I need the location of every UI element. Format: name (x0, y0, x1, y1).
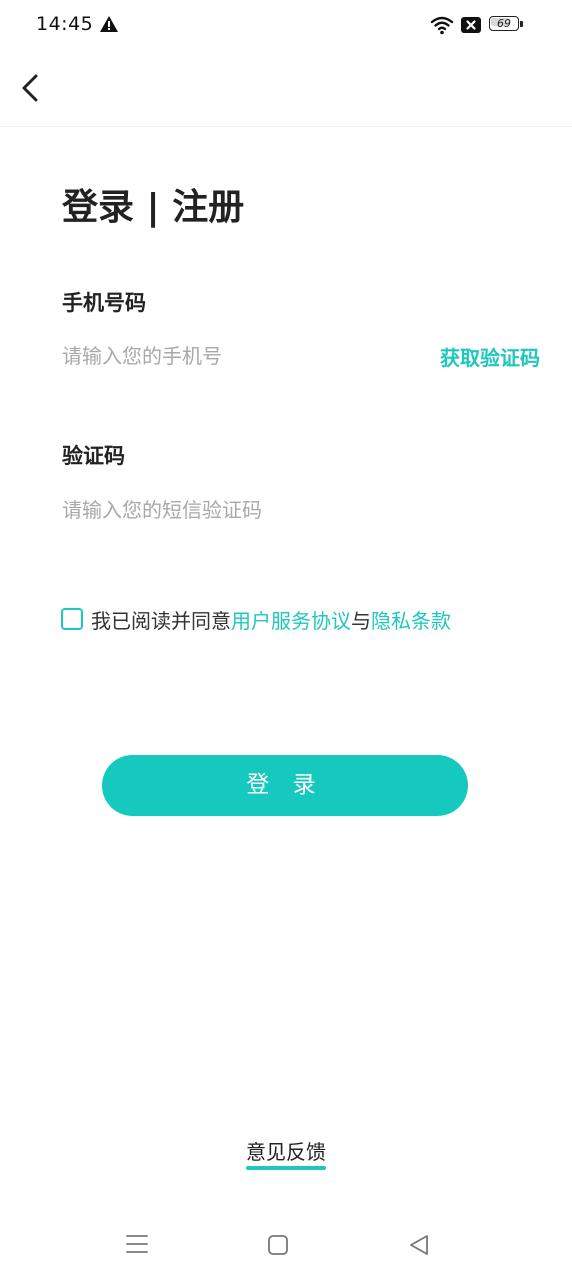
feedback-underline (246, 1166, 326, 1170)
code-label: 验证码 (62, 444, 125, 468)
login-button[interactable]: 登 录 (102, 755, 468, 816)
no-sim-icon (461, 17, 481, 33)
user-agreement-link[interactable]: 用户服务协议 (231, 605, 351, 634)
feedback-label: 意见反馈 (246, 1140, 326, 1164)
agreement-checkbox[interactable] (61, 608, 83, 630)
status-bar: 14:45 69 (0, 0, 572, 52)
privacy-policy-link[interactable]: 隐私条款 (371, 605, 451, 634)
alert-triangle-icon (100, 16, 118, 32)
battery-icon: 69 (489, 16, 523, 33)
agreement-prefix: 我已阅读并同意 (91, 608, 231, 633)
phone-label: 手机号码 (62, 291, 146, 315)
phone-input[interactable] (62, 340, 402, 372)
battery-level: 69 (497, 17, 511, 30)
back-triangle-icon[interactable] (408, 1234, 430, 1256)
feedback-container: 意见反馈 (0, 1136, 572, 1170)
home-icon[interactable] (268, 1235, 288, 1255)
feedback-link[interactable]: 意见反馈 (246, 1136, 326, 1170)
wifi-icon (430, 16, 454, 35)
sms-code-input[interactable] (62, 494, 502, 526)
chevron-left-icon[interactable] (16, 70, 44, 106)
status-time: 14:45 (36, 13, 94, 35)
agreement-row: 我已阅读并同意 用户服务协议 与 隐私条款 (61, 605, 451, 633)
menu-icon[interactable] (126, 1234, 148, 1254)
top-nav-bar (0, 52, 572, 127)
system-nav-bar (0, 1210, 572, 1280)
get-code-button[interactable]: 获取验证码 (440, 342, 540, 371)
page-title: 登录 | 注册 (62, 187, 245, 228)
agreement-conjunction: 与 (351, 608, 371, 633)
